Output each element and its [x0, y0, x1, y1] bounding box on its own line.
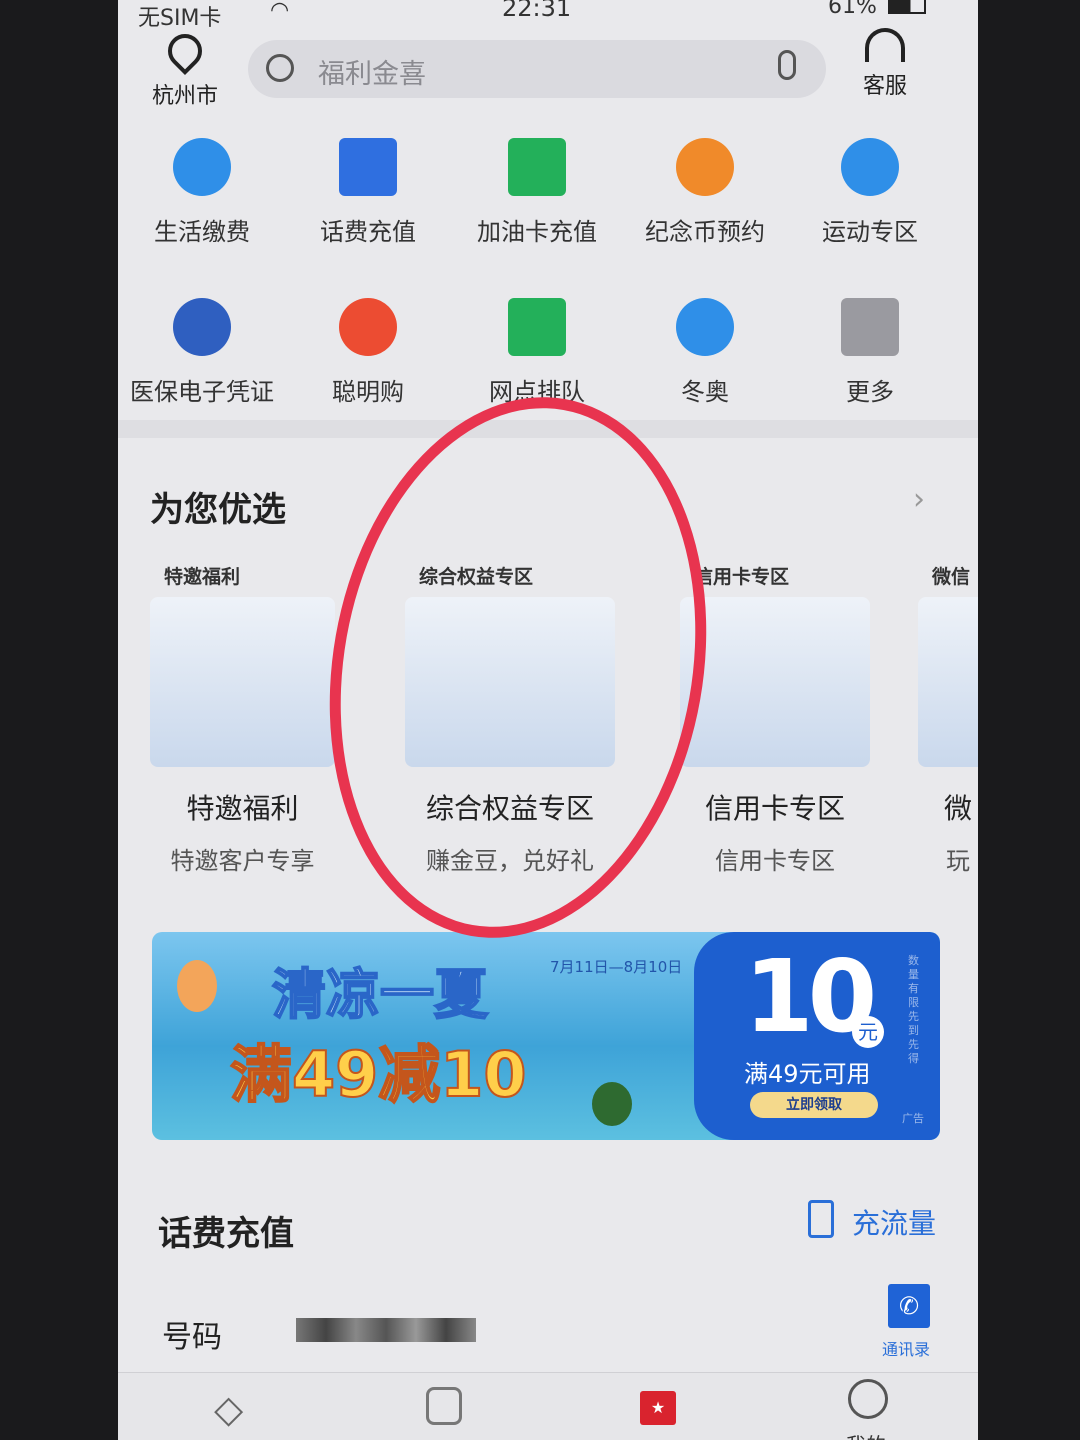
cart-icon	[339, 298, 397, 356]
card-tag: 微信	[932, 566, 971, 588]
customer-service-button[interactable]: 客服	[850, 28, 920, 100]
battery-text: 61%	[828, 0, 877, 19]
chart-icon[interactable]	[426, 1387, 462, 1425]
coupon: 10 元 满49元可用 立即领取 数量有限 先到先得 广告	[694, 932, 940, 1140]
card-title: 微	[943, 792, 972, 825]
grid-item[interactable]: 生活缴费	[118, 138, 287, 247]
grid-item-label: 聪明购	[332, 378, 404, 406]
location-button[interactable]: 杭州市	[140, 26, 230, 110]
grid-item[interactable]: 加油卡充值	[452, 138, 622, 247]
grid-item-label: 生活缴费	[154, 218, 250, 246]
chs-icon	[173, 298, 231, 356]
carrier: 无SIM卡	[138, 6, 222, 31]
card-image	[918, 597, 978, 767]
phone-number-input[interactable]	[296, 1318, 476, 1342]
hui-icon	[339, 138, 397, 196]
chevron-right-icon[interactable]: ›	[913, 482, 925, 517]
claim-button[interactable]: 立即领取	[750, 1092, 878, 1118]
grid-item-label: 纪念币预约	[645, 218, 765, 246]
shopping-bag-icon[interactable]: ★	[640, 1391, 676, 1425]
data-topup-link[interactable]: 充流量	[852, 1202, 936, 1242]
card-title: 特邀福利	[186, 792, 299, 825]
card-subtitle: 信用卡专区	[715, 847, 835, 875]
wifi-icon: ◠	[270, 0, 290, 23]
contacts-icon[interactable]: ✆	[888, 1284, 930, 1328]
microphone-icon[interactable]	[778, 50, 796, 80]
search-placeholder: 福利金喜	[318, 59, 426, 90]
recommend-card[interactable]: 微信 微 玩	[918, 562, 978, 876]
banner-offer: 满49减10	[229, 1037, 528, 1112]
clock: 22:31	[502, 0, 572, 22]
phone-data-icon	[808, 1200, 834, 1238]
coupon-unit: 元	[852, 1016, 884, 1048]
grid-item-label: 医保电子凭证	[130, 378, 274, 406]
grid-item[interactable]: 医保电子凭证	[118, 298, 287, 407]
promo-banner[interactable]: 清凉一夏 满49减10 7月11日—8月10日 10 元 满49元可用 立即领取…	[152, 932, 940, 1140]
coin-star-icon	[676, 138, 734, 196]
ad-label: 广告	[902, 1112, 924, 1125]
hand-drawn-circle-annotation	[288, 367, 748, 968]
nav-label-mine[interactable]: 我的	[846, 1429, 886, 1440]
search-icon	[266, 54, 294, 82]
balloon-icon	[177, 960, 217, 1012]
more-grid-icon	[841, 298, 899, 356]
grid-item-label: 冬奥	[681, 378, 729, 406]
card-subtitle: 特邀客户专享	[170, 847, 315, 875]
grid-item[interactable]: 运动专区	[785, 138, 955, 247]
banner-dates: 7月11日—8月10日	[550, 958, 683, 976]
lightning-icon	[173, 138, 231, 196]
topup-title: 话费充值	[158, 1214, 294, 1254]
watermelon-icon	[592, 1082, 632, 1126]
user-icon[interactable]	[848, 1379, 888, 1419]
grid-item-label: 加油卡充值	[477, 218, 597, 246]
coupon-note: 数量有限 先到先得	[908, 954, 919, 1065]
number-label: 号码	[162, 1320, 222, 1355]
coupon-condition: 满49元可用	[744, 1060, 871, 1088]
banner-headline: 清凉一夏	[271, 962, 489, 1027]
contacts-label[interactable]: 通讯录	[882, 1336, 930, 1360]
phone-screen: 无SIM卡 ◠ 22:31 61% 杭州市 福利金喜 客服 生活缴费 话费充值 加油…	[118, 0, 978, 1440]
location-label: 杭州市	[151, 84, 218, 109]
search-input[interactable]: 福利金喜	[248, 40, 826, 98]
grid-item[interactable]: 更多	[785, 298, 955, 407]
grid-item-label: 运动专区	[822, 218, 918, 246]
skier-icon	[676, 298, 734, 356]
grid-item-label: 更多	[846, 378, 894, 406]
sport-icon	[841, 138, 899, 196]
grid-item[interactable]: 话费充值	[283, 138, 453, 247]
grid-item[interactable]: 冬奥	[620, 298, 790, 407]
grid-item[interactable]: 纪念币预约	[620, 138, 790, 247]
fuel-card-icon	[508, 138, 566, 196]
store-icon	[508, 298, 566, 356]
card-title: 信用卡专区	[704, 792, 845, 825]
location-pin-icon	[160, 26, 210, 76]
grid-item[interactable]: 聪明购	[283, 298, 453, 407]
status-bar: 无SIM卡 ◠ 22:31 61%	[118, 0, 978, 31]
section-title: 为您优选	[150, 490, 286, 530]
grid-item[interactable]: 网点排队	[452, 298, 622, 407]
grid-item-label: 话费充值	[320, 218, 416, 246]
service-label: 客服	[862, 74, 907, 99]
battery-icon	[888, 0, 926, 14]
bottom-nav: ◇ ★ 我的	[118, 1372, 978, 1440]
diamond-icon[interactable]: ◇	[214, 1387, 243, 1431]
recommend-card[interactable]: 信用卡专区 信用卡专区 信用卡专区	[680, 562, 910, 876]
card-subtitle: 玩	[946, 847, 970, 875]
card-image	[150, 597, 335, 767]
card-tag: 信用卡专区	[694, 566, 790, 588]
card-image	[680, 597, 870, 767]
card-tag: 特邀福利	[164, 566, 241, 588]
headset-icon	[865, 28, 905, 62]
